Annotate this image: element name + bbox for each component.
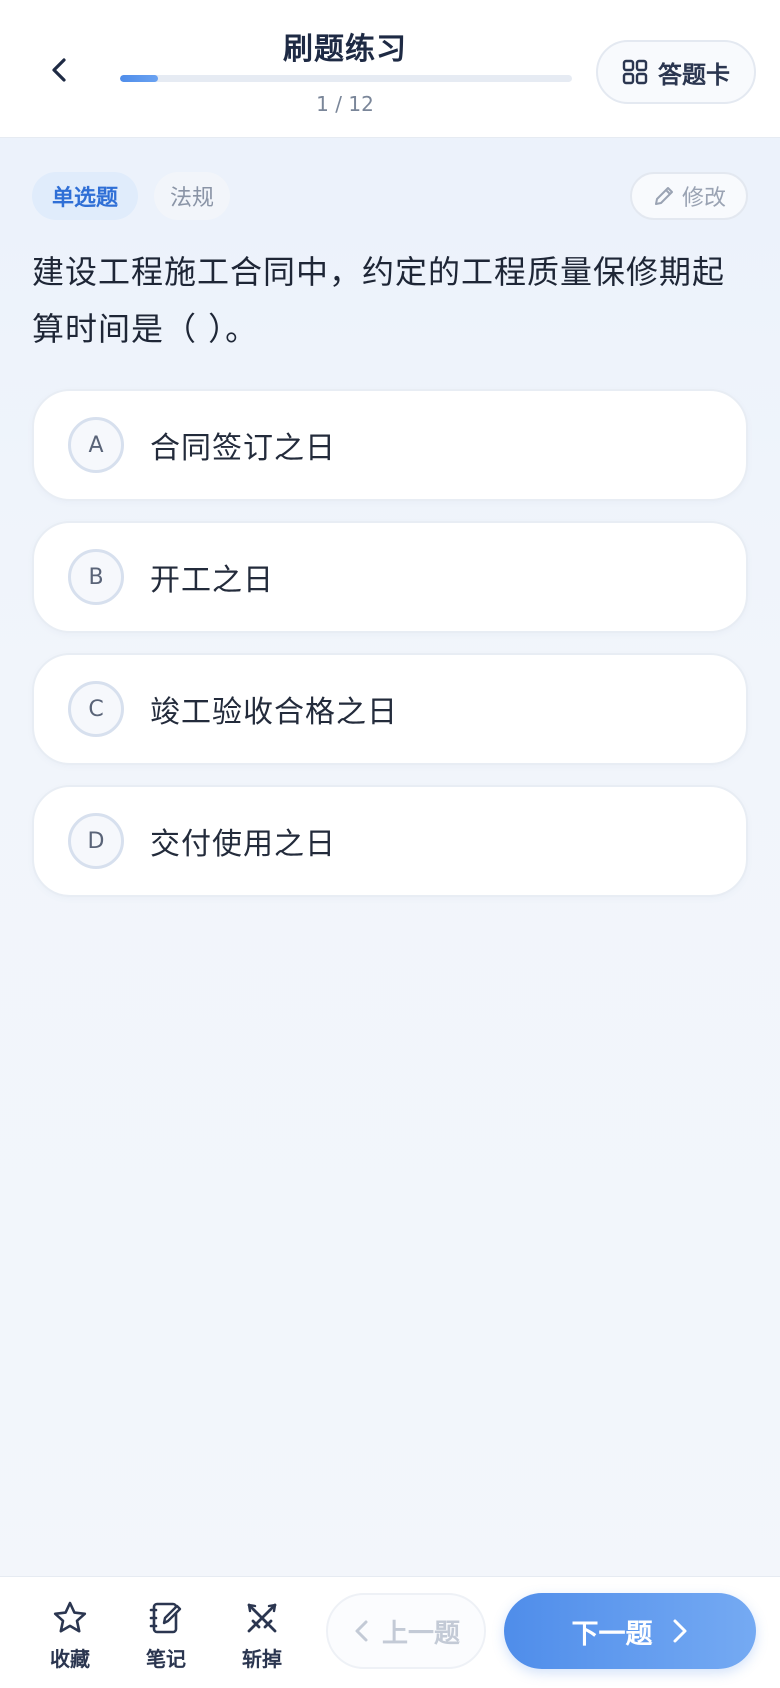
pencil-icon bbox=[654, 187, 673, 205]
chevron-left-icon bbox=[355, 1620, 368, 1642]
star-icon bbox=[53, 1601, 87, 1633]
option-text: 交付使用之日 bbox=[150, 827, 336, 862]
notebook-icon bbox=[149, 1602, 182, 1634]
chevron-right-icon bbox=[673, 1619, 686, 1643]
next-question-label: 下一题 bbox=[571, 1618, 653, 1650]
option-text: 合同签订之日 bbox=[150, 431, 336, 466]
option-letter: D bbox=[68, 813, 124, 869]
notes-label: 笔记 bbox=[146, 1647, 186, 1671]
page-title: 刷题练习 bbox=[283, 32, 407, 67]
favorite-button[interactable]: 收藏 bbox=[30, 1599, 110, 1675]
question-type-tag: 单选题 bbox=[32, 172, 138, 220]
option-letter: C bbox=[68, 681, 124, 737]
previous-question-button[interactable]: 上一题 bbox=[326, 1593, 486, 1669]
progress-counter: 1 / 12 bbox=[316, 92, 374, 116]
top-header: 刷题练习 1 / 12 答题卡 bbox=[0, 0, 780, 138]
eliminate-label: 斩掉 bbox=[242, 1647, 282, 1671]
eliminate-button[interactable]: 斩掉 bbox=[222, 1599, 302, 1675]
edit-label: 修改 bbox=[681, 186, 726, 211]
option-b[interactable]: B 开工之日 bbox=[32, 521, 748, 633]
back-button[interactable] bbox=[36, 46, 84, 94]
edit-button[interactable]: 修改 bbox=[630, 172, 748, 220]
option-letter: B bbox=[68, 549, 124, 605]
question-text: 建设工程施工合同中，约定的工程质量保修期起算时间是（ ）。 bbox=[32, 253, 726, 348]
favorite-label: 收藏 bbox=[50, 1647, 90, 1671]
option-d[interactable]: D 交付使用之日 bbox=[32, 785, 748, 897]
option-text: 竣工验收合格之日 bbox=[150, 695, 398, 730]
progress-bar-fill bbox=[120, 75, 158, 82]
previous-question-label: 上一题 bbox=[381, 1618, 460, 1649]
option-c[interactable]: C 竣工验收合格之日 bbox=[32, 653, 748, 765]
option-letter: A bbox=[68, 417, 124, 473]
grid-icon bbox=[622, 59, 648, 85]
answer-card-label: 答题卡 bbox=[658, 60, 730, 89]
option-text: 开工之日 bbox=[150, 563, 274, 598]
chevron-left-icon bbox=[52, 58, 66, 82]
answer-card-button[interactable]: 答题卡 bbox=[596, 40, 756, 104]
progress-bar bbox=[120, 75, 572, 82]
option-a[interactable]: A 合同签订之日 bbox=[32, 389, 748, 501]
next-question-button[interactable]: 下一题 bbox=[504, 1593, 756, 1669]
notes-button[interactable]: 笔记 bbox=[126, 1599, 206, 1675]
subject-tag: 法规 bbox=[154, 172, 230, 220]
bottom-toolbar: 收藏 笔记 斩掉 上一题 下一题 bbox=[0, 1576, 780, 1688]
crossed-swords-icon bbox=[247, 1603, 277, 1633]
